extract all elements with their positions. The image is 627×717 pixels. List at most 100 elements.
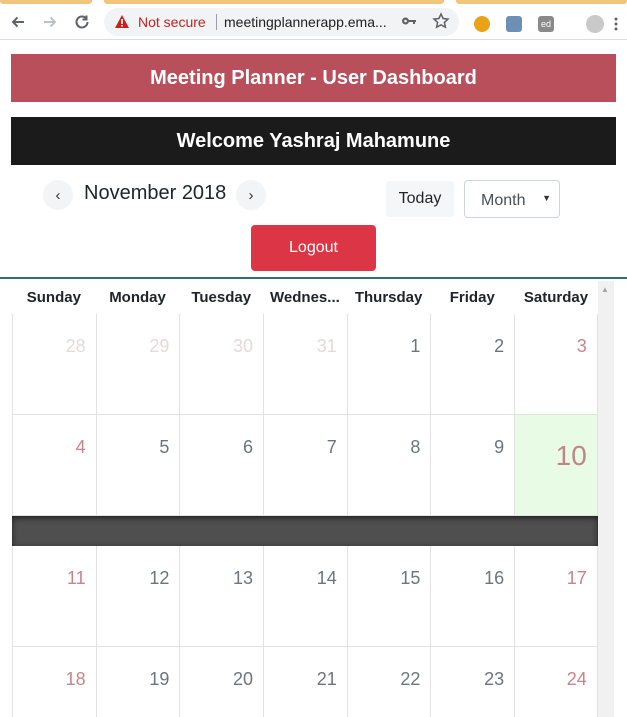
day-cell[interactable]: 20 [179,647,263,717]
profile-avatar[interactable] [586,15,604,33]
view-select-value: Month [481,192,526,209]
back-icon[interactable] [6,10,30,34]
address-bar[interactable]: Not secure meetingplannerapp.ema... [104,8,459,36]
day-cell[interactable]: 1 [346,314,431,414]
day-number: 14 [316,568,337,588]
extension-ed-icon[interactable]: ed [538,16,554,32]
month-title: November 2018 [84,182,227,204]
day-cell[interactable]: 14 [263,546,347,646]
chevron-right-icon: › [248,186,254,204]
section-divider [0,277,627,279]
reload-icon[interactable] [70,10,94,34]
warning-icon [114,14,130,34]
day-cell[interactable]: 17 [514,546,598,646]
caret-down-icon: ▼ [542,193,551,203]
day-number: 16 [484,568,505,588]
day-cell[interactable]: 23 [430,647,514,717]
weekday-label: Saturday [523,289,589,306]
day-cell[interactable]: 9 [430,415,514,515]
day-cell[interactable]: 2 [430,314,514,414]
address-divider [216,14,217,30]
day-number: 15 [400,568,421,588]
day-cell[interactable]: 29 [95,314,180,414]
weekday-label: Thursday [354,289,423,306]
day-cell[interactable]: 8 [346,415,431,515]
day-cell[interactable]: 19 [95,647,180,717]
calendar-week: 18 19 20 21 22 23 24 [12,647,598,717]
day-cell[interactable]: 7 [263,415,347,515]
forward-icon[interactable] [38,10,62,34]
day-number: 8 [410,437,421,457]
weekday-header: Sunday Monday Tuesday Wednes... Thursday… [12,281,598,314]
day-number: 13 [233,568,254,588]
day-number: 22 [400,669,421,689]
next-month-button[interactable]: › [236,180,266,210]
day-number: 21 [316,669,337,689]
day-cell[interactable]: 6 [179,415,263,515]
day-number: 29 [149,336,170,356]
day-cell[interactable]: 4 [12,415,96,515]
day-number: 3 [576,336,587,356]
day-number: 7 [326,437,337,457]
day-number: 20 [233,669,254,689]
day-cell[interactable]: 13 [179,546,263,646]
calendar-grid: 28 29 30 31 1 2 3 4 5 6 7 8 9 10 11 12 1… [12,314,598,717]
weekday-label: Monday [109,289,166,306]
key-icon[interactable] [401,14,417,33]
day-cell[interactable]: 12 [95,546,180,646]
day-number: 1 [410,336,421,356]
day-cell[interactable]: 18 [12,647,96,717]
weekday-label: Wednes... [270,289,340,306]
day-number: 11 [67,568,86,588]
day-number: 6 [243,437,254,457]
today-number: 10 [555,440,587,471]
weekday-label: Friday [449,289,495,306]
logout-button[interactable]: Logout [251,225,376,271]
day-cell[interactable]: 22 [346,647,431,717]
day-number: 5 [159,437,170,457]
weekday-label: Tuesday [191,289,252,306]
welcome-bar: Welcome Yashraj Mahamune [11,117,616,165]
extension-2-icon[interactable] [506,16,522,32]
day-cell[interactable]: 24 [514,647,598,717]
security-label[interactable]: Not secure [138,14,206,30]
day-cell[interactable]: 5 [95,415,180,515]
day-cell[interactable]: 16 [430,546,514,646]
view-select[interactable]: Month ▼ [464,180,560,218]
day-cell[interactable]: 11 [12,546,96,646]
day-cell[interactable]: 31 [263,314,347,414]
day-number: 24 [566,669,587,689]
calendar-week: 4 5 6 7 8 9 10 [12,415,598,516]
calendar-week: 11 12 13 14 15 16 17 [12,546,598,647]
today-cell[interactable]: 10 [514,415,598,515]
day-number: 31 [316,336,337,356]
day-cell[interactable]: 30 [179,314,263,414]
app-banner: Meeting Planner - User Dashboard [11,54,616,102]
calendar-week: 28 29 30 31 1 2 3 [12,314,598,415]
bookmark-star-icon[interactable] [432,12,450,35]
calendar-scrollbar[interactable]: ▲ [598,281,614,717]
day-number: 30 [233,336,254,356]
day-number: 28 [65,336,86,356]
day-number: 17 [566,568,587,588]
today-button[interactable]: Today [386,181,454,217]
weekday-label: Sunday [26,289,81,306]
day-number: 2 [494,336,505,356]
extension-1-icon[interactable] [474,16,490,32]
welcome-text: Welcome Yashraj Mahamune [176,129,451,152]
browser-toolbar: Not secure meetingplannerapp.ema... ed [0,4,627,40]
url-text[interactable]: meetingplannerapp.ema... [224,14,387,30]
day-cell[interactable]: 15 [346,546,431,646]
scroll-up-icon[interactable]: ▲ [601,285,609,294]
day-number: 12 [149,568,170,588]
day-cell[interactable]: 21 [263,647,347,717]
day-cell[interactable]: 28 [12,314,96,414]
day-number: 4 [75,437,86,457]
day-cell[interactable]: 3 [514,314,598,414]
prev-month-button[interactable]: ‹ [43,180,73,210]
day-number: 9 [494,437,505,457]
week-event-bar[interactable] [12,516,598,546]
menu-icon[interactable] [614,16,618,32]
page-title: Meeting Planner - User Dashboard [150,66,477,89]
day-number: 19 [149,669,170,689]
